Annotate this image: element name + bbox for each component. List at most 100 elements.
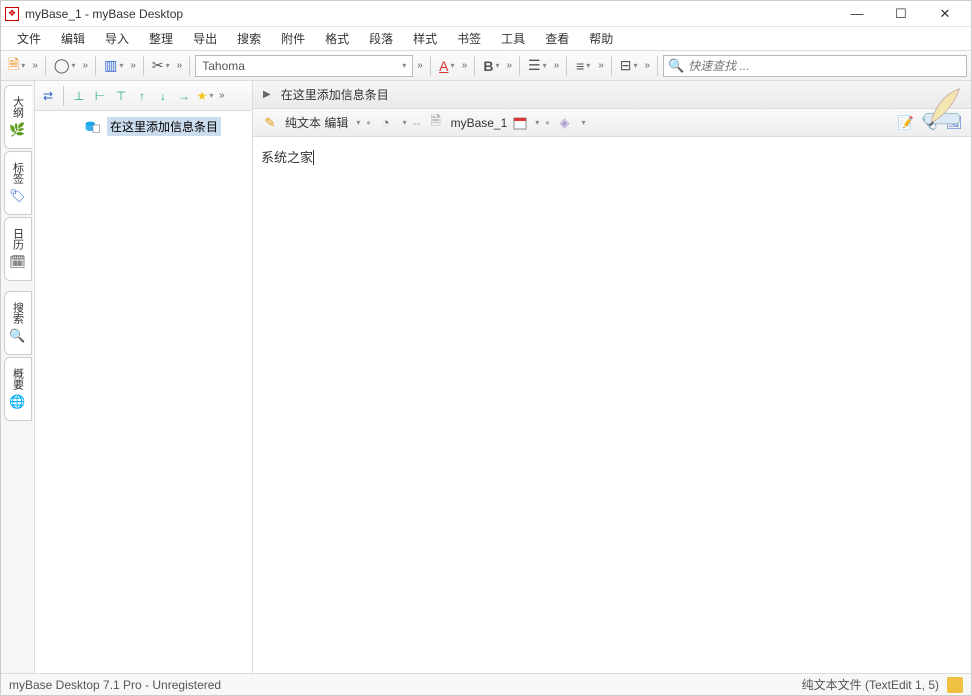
font-color-button[interactable]: A▾ [436, 55, 458, 77]
app-icon: ❖ [5, 7, 19, 21]
font-select[interactable]: Tahoma ▾ [195, 55, 413, 77]
toolbar-overflow-10[interactable]: » [643, 60, 653, 71]
magnifier-icon: 🔍 [9, 328, 25, 344]
menu-bookmark[interactable]: 书签 [447, 27, 491, 50]
dropdown-icon[interactable]: ▾ [535, 118, 539, 127]
toolbar-overflow-4[interactable]: » [175, 60, 185, 71]
chevron-right-icon[interactable]: ▶ [263, 89, 271, 100]
back-button[interactable]: ◯▾ [51, 55, 79, 77]
cut-button[interactable]: ✂▾ [149, 55, 173, 77]
status-notify-icon[interactable] [947, 677, 963, 693]
search-icon: 🔍 [668, 58, 684, 74]
toolbar-overflow-3[interactable]: » [128, 60, 138, 71]
bold-button[interactable]: B▾ [480, 55, 502, 77]
status-left: myBase Desktop 7.1 Pro - Unregistered [9, 678, 221, 692]
edit-mode-label[interactable]: 纯文本 编辑 [285, 114, 348, 131]
tree-toolbar: ⇄ ⊥ ⊢ ⊤ ↑ ↓ → ★▾ » [35, 81, 252, 111]
body: 大纲 🌿 标签 🏷 日历 🗓 搜索 🔍 概要 🌐 [1, 81, 971, 673]
window: ❖ myBase_1 - myBase Desktop — ☐ ✕ 文件 编辑 … [0, 0, 972, 696]
search-input[interactable] [688, 59, 962, 73]
indent-button[interactable]: ⊟▾ [617, 55, 641, 77]
sidebar-tabs: 大纲 🌿 标签 🏷 日历 🗓 搜索 🔍 概要 🌐 [1, 81, 35, 673]
menu-style[interactable]: 样式 [403, 27, 447, 50]
menubar: 文件 编辑 导入 整理 导出 搜索 附件 格式 段落 样式 书签 工具 查看 帮… [1, 27, 971, 51]
tag-icon: 🏷 [9, 188, 26, 204]
minimize-button[interactable]: — [835, 1, 879, 27]
tab-tags[interactable]: 标签 🏷 [4, 151, 32, 215]
calendar-small-icon[interactable] [513, 116, 527, 130]
globe-icon: 🌐 [9, 394, 25, 410]
toolbar-overflow-9[interactable]: » [596, 60, 606, 71]
main-toolbar: 🗎▾ » ◯▾ » ▥▾ » ✂▾ » Tahoma ▾ » A▾ » B▾ »… [1, 51, 971, 81]
tree-collapse-icon[interactable]: ⇄ [39, 87, 57, 105]
toolbar-overflow-2[interactable]: » [81, 60, 91, 71]
menu-edit[interactable]: 编辑 [51, 27, 95, 50]
note-new-icon[interactable]: 📝 [897, 114, 915, 132]
menu-tools[interactable]: 工具 [491, 27, 535, 50]
close-button[interactable]: ✕ [923, 1, 967, 27]
dropdown-icon[interactable]: ▾ [403, 118, 407, 127]
menu-view[interactable]: 查看 [535, 27, 579, 50]
doc-name[interactable]: myBase_1 [451, 116, 508, 130]
toolbar-overflow-8[interactable]: » [552, 60, 562, 71]
tree-down-icon[interactable]: ↓ [154, 87, 172, 105]
tree-right-icon[interactable]: → [175, 87, 193, 105]
tree-up-icon[interactable]: ↑ [133, 87, 151, 105]
layout-button[interactable]: ▥▾ [101, 55, 126, 77]
menu-file[interactable]: 文件 [7, 27, 51, 50]
align-button[interactable]: ≡▾ [572, 55, 594, 77]
toolbar-overflow-7[interactable]: » [504, 60, 514, 71]
edit-mode-bar: ✎ 纯文本 编辑 ▾ • ◔ ▾ -- 🗎 myBase_1 ▾ • ◈ ▾ 📝 [253, 109, 971, 137]
menu-format[interactable]: 格式 [315, 27, 359, 50]
item-title: 在这里添加信息条目 [281, 86, 389, 103]
text-cursor [313, 150, 314, 165]
tab-overview[interactable]: 概要 🌐 [4, 357, 32, 421]
tree-list[interactable]: 在这里添加信息条目 [35, 111, 252, 673]
tree-panel: ⇄ ⊥ ⊢ ⊤ ↑ ↓ → ★▾ » 在这里添加信息条目 [35, 81, 253, 673]
tree-icon: 🌿 [9, 122, 25, 138]
clock-icon[interactable]: ◔ [377, 114, 395, 132]
tab-calendar[interactable]: 日历 🗓 [4, 217, 32, 281]
tab-search[interactable]: 搜索 🔍 [4, 291, 32, 355]
menu-import[interactable]: 导入 [95, 27, 139, 50]
new-button[interactable]: 🗎▾ [5, 55, 28, 77]
menu-help[interactable]: 帮助 [579, 27, 623, 50]
menu-export[interactable]: 导出 [183, 27, 227, 50]
maximize-button[interactable]: ☐ [879, 1, 923, 27]
toolbar-overflow-5[interactable]: » [415, 60, 425, 71]
doc-icon: 🗎 [427, 114, 445, 132]
database-file-icon [85, 121, 101, 133]
list-button[interactable]: ☰▾ [525, 55, 550, 77]
pencil-icon: ✎ [261, 114, 279, 132]
tree-item[interactable]: 在这里添加信息条目 [35, 115, 252, 138]
calendar-icon: 🗓 [9, 254, 26, 270]
tree-toolbar-overflow[interactable]: » [217, 90, 227, 101]
menu-search[interactable]: 搜索 [227, 27, 271, 50]
diamond-tag-icon[interactable]: ◈ [556, 114, 574, 132]
tab-outline[interactable]: 大纲 🌿 [4, 85, 32, 149]
editor-panel: ▶ 在这里添加信息条目 ✎ 纯文本 编辑 ▾ • ◔ ▾ -- 🗎 myBase… [253, 81, 971, 673]
dropdown-icon: ▾ [402, 61, 406, 70]
window-title: myBase_1 - myBase Desktop [25, 7, 183, 21]
dropdown-icon[interactable]: ▾ [356, 118, 360, 127]
tree-item-label: 在这里添加信息条目 [107, 117, 221, 136]
status-bar: myBase Desktop 7.1 Pro - Unregistered 纯文… [1, 673, 971, 695]
tree-add-child-icon[interactable]: ⊢ [91, 87, 109, 105]
toolbar-overflow-1[interactable]: » [30, 60, 40, 71]
quill-icon [921, 87, 963, 129]
titlebar: ❖ myBase_1 - myBase Desktop — ☐ ✕ [1, 1, 971, 27]
menu-para[interactable]: 段落 [359, 27, 403, 50]
quick-search[interactable]: 🔍 [663, 55, 967, 77]
tree-add-sibling-icon[interactable]: ⊥ [70, 87, 88, 105]
menu-org[interactable]: 整理 [139, 27, 183, 50]
editor-textarea[interactable]: 系统之家 [253, 137, 971, 673]
font-name: Tahoma [202, 59, 245, 73]
editor-content: 系统之家 [261, 150, 313, 165]
menu-attach[interactable]: 附件 [271, 27, 315, 50]
status-right: 纯文本文件 (TextEdit 1, 5) [802, 676, 939, 693]
tree-add-icon[interactable]: ⊤ [112, 87, 130, 105]
tree-star-icon[interactable]: ★▾ [196, 87, 214, 105]
item-header: ▶ 在这里添加信息条目 [253, 81, 971, 109]
dropdown-icon[interactable]: ▾ [582, 118, 586, 127]
toolbar-overflow-6[interactable]: » [460, 60, 470, 71]
